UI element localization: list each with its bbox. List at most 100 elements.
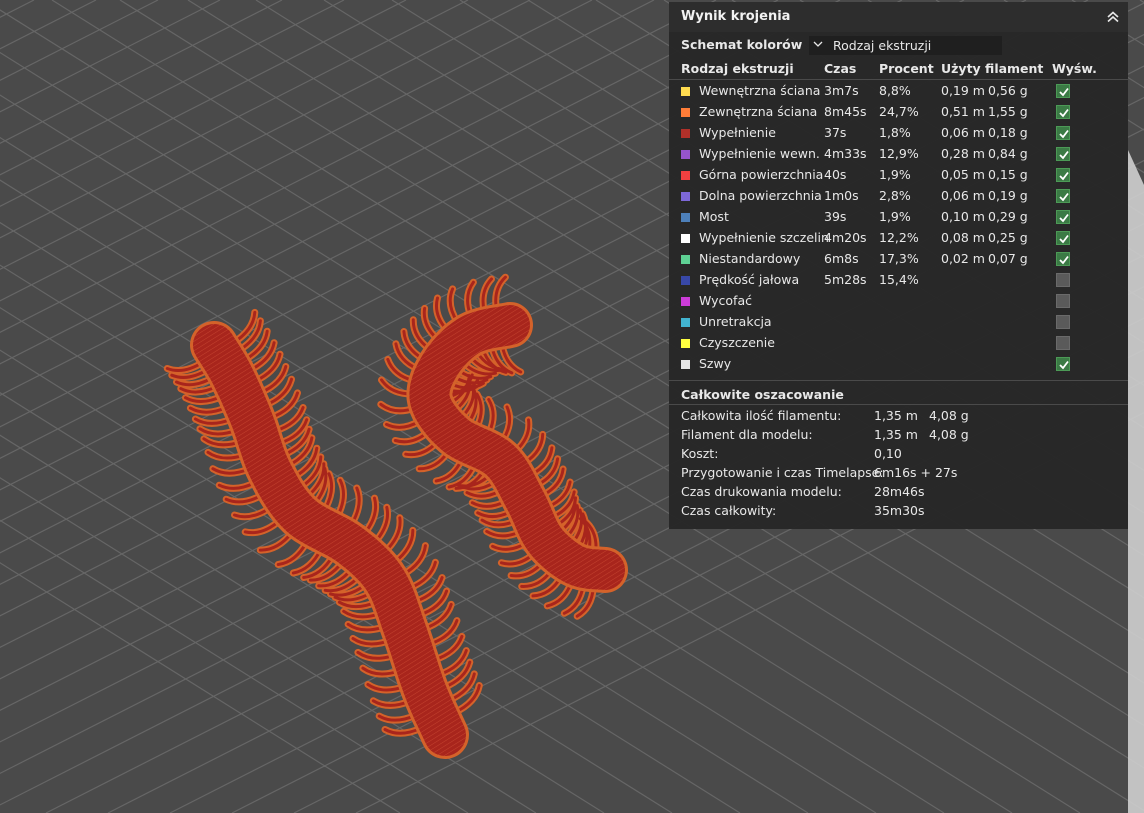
header-show: Wyśw. xyxy=(1052,61,1097,76)
color-swatch xyxy=(681,192,690,201)
checkmark-icon xyxy=(1059,87,1069,97)
totals-row: Filament dla modelu: 1,35 m 4,08 g xyxy=(669,426,1128,445)
visibility-checkbox[interactable] xyxy=(1056,252,1070,266)
totals-value: 6m16s + 27s xyxy=(874,465,958,480)
filament-weight: 0,84 g xyxy=(988,146,1028,161)
visibility-checkbox[interactable] xyxy=(1056,357,1070,371)
chevron-down-icon xyxy=(813,41,823,47)
filament-length: 0,08 m xyxy=(941,230,985,245)
extrusion-time: 40s xyxy=(824,167,847,182)
totals-value-secondary: 4,08 g xyxy=(929,427,969,442)
extrusion-name: Wypełnienie wewn. xyxy=(699,146,820,161)
totals-label: Czas drukowania modelu: xyxy=(681,484,842,499)
extrusion-name: Dolna powierzchnia xyxy=(699,188,822,203)
checkmark-icon xyxy=(1059,171,1069,181)
extrusion-row: Wypełnienie wewn. 4m33s 12,9% 0,28 m 0,84 g xyxy=(669,144,1128,165)
checkmark-icon xyxy=(1059,234,1069,244)
checkmark-icon xyxy=(1059,213,1069,223)
visibility-checkbox[interactable] xyxy=(1056,273,1070,287)
header-time: Czas xyxy=(824,61,857,76)
double-chevron-up-icon[interactable] xyxy=(1104,8,1122,26)
extrusion-row: Wycofać xyxy=(669,291,1128,312)
extrusion-percent: 1,8% xyxy=(879,125,911,140)
header-percent: Procent xyxy=(879,61,934,76)
checkmark-icon xyxy=(1059,255,1069,265)
filament-length: 0,02 m xyxy=(941,251,985,266)
visibility-checkbox[interactable] xyxy=(1056,105,1070,119)
totals-value: 28m46s xyxy=(874,484,925,499)
extrusion-percent: 12,9% xyxy=(879,146,919,161)
extrusion-row: Szwy xyxy=(669,354,1128,375)
extrusion-time: 1m0s xyxy=(824,188,859,203)
color-swatch xyxy=(681,339,690,348)
extrusion-percent: 12,2% xyxy=(879,230,919,245)
totals-label: Przygotowanie i czas Timelapse: xyxy=(681,465,884,480)
extrusion-row: Wewnętrzna ściana 3m7s 8,8% 0,19 m 0,56 g xyxy=(669,81,1128,102)
extrusion-row: Prędkość jałowa 5m28s 15,4% xyxy=(669,270,1128,291)
extrusion-name: Górna powierzchnia xyxy=(699,167,824,182)
extrusion-percent: 2,8% xyxy=(879,188,911,203)
extrusion-time: 39s xyxy=(824,209,847,224)
filament-length: 0,06 m xyxy=(941,125,985,140)
panel-title: Wynik krojenia xyxy=(681,9,791,24)
totals-row: Koszt: 0,10 xyxy=(669,445,1128,464)
visibility-checkbox[interactable] xyxy=(1056,84,1070,98)
color-swatch xyxy=(681,234,690,243)
extrusion-name: Unretrakcja xyxy=(699,314,772,329)
filament-length: 0,05 m xyxy=(941,167,985,182)
color-swatch xyxy=(681,297,690,306)
extrusion-name: Wewnętrzna ściana xyxy=(699,83,821,98)
extrusion-name: Prędkość jałowa xyxy=(699,272,800,287)
extrusion-time: 37s xyxy=(824,125,847,140)
extrusion-row: Niestandardowy 6m8s 17,3% 0,02 m 0,07 g xyxy=(669,249,1128,270)
visibility-checkbox[interactable] xyxy=(1056,231,1070,245)
color-swatch xyxy=(681,150,690,159)
color-scheme-label: Schemat kolorów xyxy=(681,37,803,52)
totals-row: Całkowita ilość filamentu: 1,35 m 4,08 g xyxy=(669,407,1128,426)
color-swatch xyxy=(681,129,690,138)
visibility-checkbox[interactable] xyxy=(1056,315,1070,329)
color-swatch xyxy=(681,213,690,222)
visibility-checkbox[interactable] xyxy=(1056,168,1070,182)
extrusion-name: Wypełnienie xyxy=(699,125,776,140)
visibility-checkbox[interactable] xyxy=(1056,210,1070,224)
extrusion-percent: 1,9% xyxy=(879,167,911,182)
panel-header: Wynik krojenia xyxy=(669,2,1128,32)
extrusion-time: 4m33s xyxy=(824,146,867,161)
visibility-checkbox[interactable] xyxy=(1056,189,1070,203)
checkmark-icon xyxy=(1059,360,1069,370)
filament-weight: 0,19 g xyxy=(988,188,1028,203)
totals-title: Całkowite oszacowanie xyxy=(681,387,844,402)
visibility-checkbox[interactable] xyxy=(1056,294,1070,308)
extrusion-name: Zewnętrzna ściana xyxy=(699,104,818,119)
extrusion-row: Most 39s 1,9% 0,10 m 0,29 g xyxy=(669,207,1128,228)
header-separator xyxy=(669,79,1128,80)
header-extrusion-type: Rodzaj ekstruzji xyxy=(681,61,794,76)
visibility-checkbox[interactable] xyxy=(1056,126,1070,140)
visibility-checkbox[interactable] xyxy=(1056,336,1070,350)
checkmark-icon xyxy=(1059,150,1069,160)
extrusion-name: Niestandardowy xyxy=(699,251,801,266)
extrusion-time: 6m8s xyxy=(824,251,859,266)
totals-row: Czas drukowania modelu: 28m46s xyxy=(669,483,1128,502)
extrusion-time: 5m28s xyxy=(824,272,867,287)
totals-value: 0,10 xyxy=(874,446,902,461)
header-filament: Użyty filament xyxy=(941,61,1044,76)
color-swatch xyxy=(681,255,690,264)
totals-label: Całkowita ilość filamentu: xyxy=(681,408,842,423)
color-scheme-value: Rodzaj ekstruzji xyxy=(833,38,932,53)
extrusion-percent: 8,8% xyxy=(879,83,911,98)
color-swatch xyxy=(681,108,690,117)
visibility-checkbox[interactable] xyxy=(1056,147,1070,161)
checkmark-icon xyxy=(1059,129,1069,139)
extrusion-row: Zewnętrzna ściana 8m45s 24,7% 0,51 m 1,55 g xyxy=(669,102,1128,123)
totals-value: 1,35 m xyxy=(874,408,918,423)
extrusion-name: Most xyxy=(699,209,729,224)
color-scheme-dropdown[interactable]: Rodzaj ekstruzji xyxy=(809,36,1002,55)
totals-value-secondary: 4,08 g xyxy=(929,408,969,423)
filament-weight: 0,29 g xyxy=(988,209,1028,224)
filament-length: 0,19 m xyxy=(941,83,985,98)
filament-length: 0,10 m xyxy=(941,209,985,224)
totals-row: Czas całkowity: 35m30s xyxy=(669,502,1128,521)
filament-length: 0,06 m xyxy=(941,188,985,203)
